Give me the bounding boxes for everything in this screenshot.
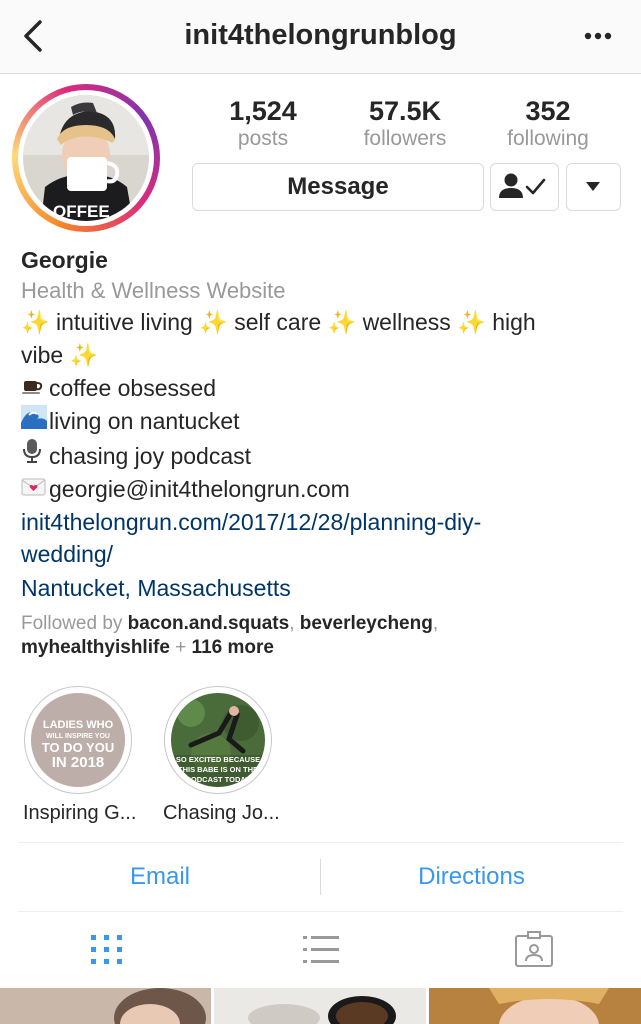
grid-icon xyxy=(91,935,122,964)
following-label: following xyxy=(507,127,589,150)
microphone-icon xyxy=(21,438,49,473)
profile-username-title: init4thelongrunblog xyxy=(184,19,457,51)
website-link-line-2: wedding/ xyxy=(21,541,114,567)
coffee-cup-icon xyxy=(21,372,49,405)
followed-by-user[interactable]: beverleycheng xyxy=(300,613,433,634)
love-letter-icon xyxy=(21,473,49,506)
posts-count: 1,524 xyxy=(229,96,297,126)
highlight-cover-text: LADIES WHO xyxy=(43,719,114,731)
followed-by-user[interactable]: bacon.and.squats xyxy=(128,613,290,634)
chevron-left-icon xyxy=(24,20,42,52)
post-thumbnail[interactable] xyxy=(429,988,641,1024)
posts-label: posts xyxy=(237,127,289,150)
bio-podcast-line: chasing joy podcast xyxy=(21,438,631,473)
story-highlight[interactable]: SO EXCITED BECAUSE THIS BABE IS ON THE P… xyxy=(163,686,280,825)
highlight-cover-text: TO DO YOU xyxy=(42,740,114,755)
bio-tagline-line-1: ✨ intuitive living ✨ self care ✨ wellnes… xyxy=(21,309,536,335)
caret-down-icon xyxy=(586,182,600,191)
message-button[interactable]: Message xyxy=(192,163,484,211)
tagged-icon xyxy=(515,931,553,967)
posts-grid xyxy=(0,988,641,1024)
following-button[interactable] xyxy=(490,163,559,211)
following-count: 352 xyxy=(525,96,571,126)
wave-icon xyxy=(21,405,49,438)
tab-grid[interactable] xyxy=(87,930,127,970)
email-button[interactable]: Email xyxy=(18,843,302,911)
svg-text:OFFEE: OFFEE xyxy=(53,202,110,221)
more-options-button[interactable] xyxy=(581,22,615,50)
post-thumbnail[interactable] xyxy=(214,988,426,1024)
more-horizontal-icon xyxy=(584,32,612,40)
followed-by-more[interactable]: 116 more xyxy=(192,637,274,658)
contact-actions-bar: Email Directions xyxy=(18,842,623,912)
followers-count: 57.5K xyxy=(368,96,442,126)
followed-by-prefix: Followed by xyxy=(21,613,123,634)
followed-by[interactable]: Followed by bacon.and.squats, beverleych… xyxy=(21,612,631,660)
nantucket-text: living on nantucket xyxy=(49,408,240,434)
highlight-label: Inspiring G... xyxy=(23,802,137,824)
followers-label: followers xyxy=(363,127,447,150)
directions-button[interactable]: Directions xyxy=(320,843,623,911)
bio-email-line: georgie@init4thelongrun.com xyxy=(21,473,631,506)
website-link-line-1: init4thelongrun.com/2017/12/28/planning-… xyxy=(21,509,482,535)
top-bar: init4thelongrunblog xyxy=(0,0,641,74)
story-ring[interactable]: OFFEE xyxy=(12,84,160,232)
back-button[interactable] xyxy=(18,18,52,54)
highlight-cover-text: SO EXCITED BECAUSE xyxy=(176,755,260,764)
following-stat[interactable]: 352 following xyxy=(473,96,623,152)
followers-stat[interactable]: 57.5K followers xyxy=(330,96,480,152)
email-text: georgie@init4thelongrun.com xyxy=(49,476,350,502)
highlight-cover-text: THIS BABE IS ON THE xyxy=(178,765,258,774)
posts-stat: 1,524 posts xyxy=(188,96,338,152)
highlight-cover-image: SO EXCITED BECAUSE THIS BABE IS ON THE P… xyxy=(171,693,265,787)
profile-tabs xyxy=(0,912,641,988)
website-link[interactable]: init4thelongrun.com/2017/12/28/planning-… xyxy=(21,506,631,570)
category-label: Health & Wellness Website xyxy=(21,278,286,303)
bio-coffee-line: coffee obsessed xyxy=(21,372,631,405)
suggestions-dropdown-button[interactable] xyxy=(566,163,621,211)
bio-tagline-line-2: vibe ✨ xyxy=(21,342,99,368)
highlight-label: Chasing Jo... xyxy=(163,802,280,824)
avatar: OFFEE xyxy=(23,95,149,221)
person-check-icon xyxy=(499,173,546,198)
bio-nantucket-line: living on nantucket xyxy=(21,405,631,438)
list-icon xyxy=(303,936,339,963)
profile-bio: Georgie Health & Wellness Website ✨ intu… xyxy=(21,246,631,660)
coffee-text: coffee obsessed xyxy=(49,375,217,401)
highlight-cover-text: IN 2018 xyxy=(52,754,105,771)
tab-list[interactable] xyxy=(301,930,341,970)
location-link[interactable]: Nantucket, Massachusetts xyxy=(21,572,631,604)
post-thumbnail[interactable] xyxy=(0,988,211,1024)
highlight-cover-text: PODCAST TODAY xyxy=(186,775,250,784)
story-highlight[interactable]: LADIES WHO WILL INSPIRE YOU TO DO YOU IN… xyxy=(23,686,137,825)
tab-tagged[interactable] xyxy=(514,930,554,970)
followed-by-user[interactable]: myhealthyishlife xyxy=(21,637,170,658)
display-name: Georgie xyxy=(21,247,108,273)
highlight-cover-image: LADIES WHO WILL INSPIRE YOU TO DO YOU IN… xyxy=(31,693,125,787)
podcast-text: chasing joy podcast xyxy=(49,443,252,469)
highlight-cover-text: WILL INSPIRE YOU xyxy=(46,733,110,740)
